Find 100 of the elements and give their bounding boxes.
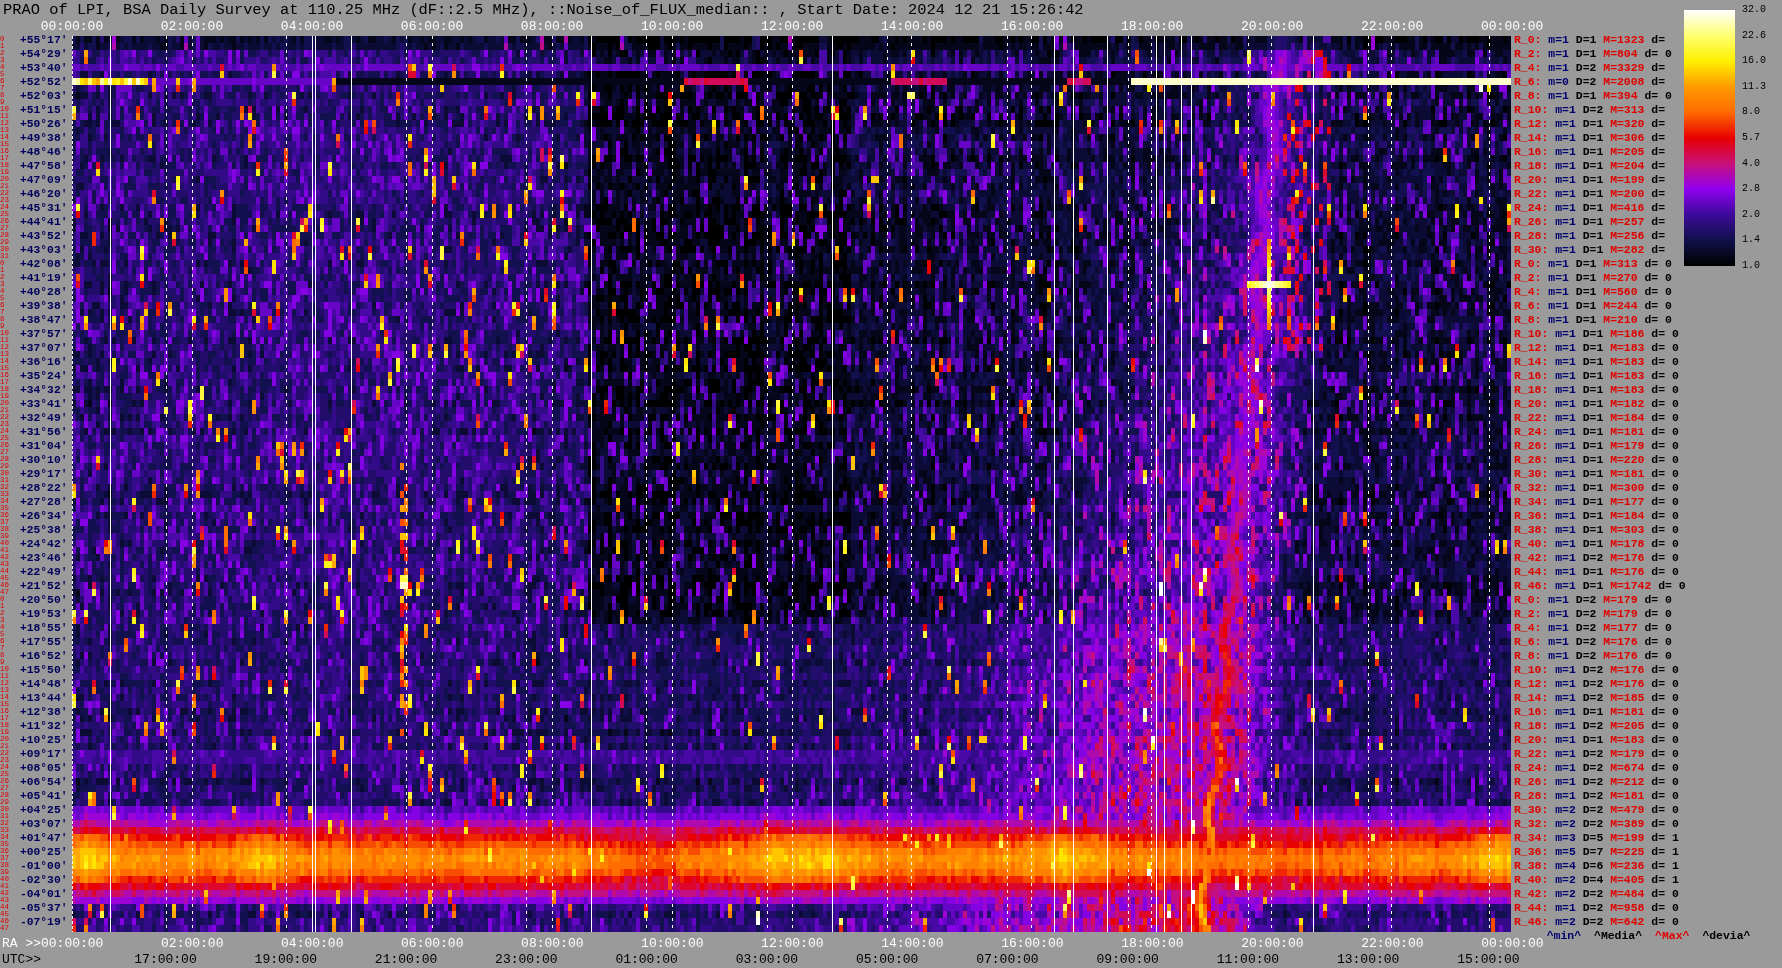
beam-stats-line: R_22: m=1 D=2 M=179 d= 0 [1514, 746, 1679, 761]
declination-label: +11°32′ [20, 718, 68, 733]
beam-stats-line: R_14: m=1 D=1 M=183 d= 0 [1514, 354, 1679, 369]
utc-axis-label: 13:00:00 [1336, 952, 1400, 966]
utc-axis-label: 09:00:00 [1096, 952, 1159, 966]
beam-stats-line: R_44: m=1 D=2 M=958 d= 0 [1514, 900, 1679, 915]
declination-label: +26°34′ [20, 508, 68, 523]
utc-axis-label: 21:00:00 [374, 952, 438, 966]
declination-label: +01°47′ [20, 830, 68, 845]
beam-stats-line: R_34: m=3 D=5 M=199 d= 1 [1514, 830, 1679, 845]
beam-stats-line: R_24: m=1 D=2 M=674 d= 0 [1514, 760, 1679, 775]
declination-label: +34°32′ [20, 382, 68, 397]
beam-stats-line: R_26: m=1 D=2 M=212 d= 0 [1514, 774, 1679, 789]
declination-label: -07°19′ [20, 914, 68, 929]
declination-label: +40°28′ [20, 284, 68, 299]
declination-label: +33°41′ [20, 396, 68, 411]
declination-label: +03°07′ [20, 816, 68, 831]
declination-label: +31°04′ [20, 438, 68, 453]
beam-stats-line: R_2: m=1 D=1 M=804 d= 0 [1514, 46, 1672, 61]
beam-stats-line: R_8: m=1 D=1 M=394 d= 0 [1514, 88, 1672, 103]
ra-axis-label: 08:00:00 [520, 20, 584, 33]
ra-axis-label: 12:00:00 [760, 20, 824, 33]
beam-stats-line: R_40: m=2 D=4 M=405 d= 1 [1514, 872, 1679, 887]
declination-label: -04°01′ [20, 886, 68, 901]
beam-stats-line: R_24: m=1 D=1 M=416 d= [1514, 200, 1666, 215]
ra-axis-label: 04:00:00 [280, 20, 344, 33]
beam-stats-line: R_40: m=1 D=1 M=178 d= 0 [1514, 536, 1679, 551]
declination-label: +14°48′ [20, 676, 68, 691]
declination-label: +55°17′ [20, 32, 68, 47]
beam-stats-line: R_26: m=1 D=1 M=257 d= [1514, 214, 1666, 229]
beam-stats-line: R_10: m=1 D=2 M=313 d= [1514, 102, 1666, 117]
beam-stats-line: R_24: m=1 D=1 M=181 d= 0 [1514, 424, 1679, 439]
declination-label: +16°52′ [20, 648, 68, 663]
beam-stats-line: R_44: m=1 D=1 M=176 d= 0 [1514, 564, 1679, 579]
beam-stats-line: R_26: m=1 D=1 M=179 d= 0 [1514, 438, 1679, 453]
beam-stats-line: R_2: m=1 D=2 M=179 d= 0 [1514, 606, 1672, 621]
ra-axis-label: 14:00:00 [881, 937, 944, 950]
beam-stats-line: R_6: m=1 D=1 M=244 d= 0 [1514, 298, 1672, 313]
ra-axis-label: 18:00:00 [1121, 937, 1184, 950]
ra-axis-label: 22:00:00 [1360, 20, 1424, 33]
beam-stats-line: R_16: m=1 D=1 M=183 d= 0 [1514, 368, 1679, 383]
ra-axis-label: 22:00:00 [1361, 937, 1424, 950]
color-scale-label: 11.3 [1742, 80, 1766, 93]
beam-stats-line: R_10: m=1 D=1 M=186 d= 0 [1514, 326, 1679, 341]
beam-stats-line: R_4: m=1 D=1 M=560 d= 0 [1514, 284, 1672, 299]
ra-axis-label: 12:00:00 [761, 937, 824, 950]
declination-label: +46°20′ [20, 186, 68, 201]
beam-stats-line: R_0: m=1 D=1 M=1323 d= [1514, 32, 1666, 47]
declination-label: -05°37′ [20, 900, 68, 915]
beam-stats-line: R_2: m=1 D=1 M=270 d= 0 [1514, 270, 1672, 285]
declination-label: +45°31′ [20, 200, 68, 215]
ra-axis-caption: RA >> [2, 937, 41, 950]
ra-axis-label: 02:00:00 [160, 20, 224, 33]
beam-stats-line: R_12: m=1 D=1 M=183 d= 0 [1514, 340, 1679, 355]
beam-stats-line: R_4: m=1 D=2 M=177 d= 0 [1514, 620, 1672, 635]
declination-label: +35°24′ [20, 368, 68, 383]
declination-label: +17°55′ [20, 634, 68, 649]
declination-label: +43°52′ [20, 228, 68, 243]
legend-label: ^devia^ [1702, 930, 1751, 942]
utc-axis-label: 01:00:00 [615, 952, 678, 966]
beam-stats-line: R_20: m=1 D=1 M=199 d= [1514, 172, 1666, 187]
declination-label: +30°10′ [20, 452, 68, 467]
legend-label: ^Max^ [1655, 930, 1690, 942]
beam-stats-line: R_18: m=1 D=1 M=183 d= 0 [1514, 382, 1679, 397]
color-scale-label: 32.0 [1742, 4, 1766, 16]
beam-stats-line: R_6: m=0 D=2 M=2008 d= [1514, 74, 1666, 89]
declination-label: +54°29′ [20, 46, 68, 61]
declination-label: +19°53′ [20, 606, 68, 621]
declination-label: +43°03′ [20, 242, 68, 257]
beam-stats-line: R_4: m=1 D=2 M=3329 d= [1514, 60, 1666, 75]
utc-axis-label: 03:00:00 [735, 952, 799, 966]
declination-label: +18°55′ [20, 620, 68, 635]
declination-label: +22°49′ [20, 564, 68, 579]
declination-label: +47°09′ [20, 172, 68, 187]
beam-stats-line: R_28: m=1 D=2 M=181 d= 0 [1514, 788, 1679, 803]
declination-label: +23°46′ [20, 550, 68, 565]
declination-label: +42°08′ [20, 256, 68, 271]
utc-axis-caption: UTC>> [2, 952, 41, 966]
declination-label: +10°25′ [20, 732, 68, 747]
declination-label: +24°42′ [20, 536, 68, 551]
beam-stats-line: R_12: m=1 D=1 M=320 d= [1514, 116, 1666, 131]
utc-axis-label: 07:00:00 [976, 952, 1039, 966]
declination-label: +20°50′ [20, 592, 68, 607]
beam-stats-line: R_36: m=5 D=7 M=225 d= 1 [1514, 844, 1679, 859]
beam-stats-line: R_20: m=1 D=1 M=182 d= 0 [1514, 396, 1679, 411]
beam-stats-line: R_16: m=1 D=1 M=181 d= 0 [1514, 704, 1679, 719]
declination-label: +04°25′ [20, 802, 68, 817]
declination-label: +37°57′ [20, 326, 68, 341]
declination-label: +37°07′ [20, 340, 68, 355]
beam-stats-line: R_42: m=2 D=2 M=484 d= 0 [1514, 886, 1679, 901]
ra-axis-label: 00:00:00 [1481, 937, 1544, 950]
declination-label: +25°38′ [20, 522, 68, 537]
beam-stats-line: R_0: m=1 D=2 M=179 d= 0 [1514, 592, 1672, 607]
declination-label: -02°30′ [20, 872, 68, 887]
beam-stats-line: R_38: m=1 D=1 M=303 d= 0 [1514, 522, 1679, 537]
utc-axis-label: 19:00:00 [254, 952, 317, 966]
declination-label: -01°00′ [20, 858, 68, 873]
beam-stats-line: R_8: m=1 D=2 M=176 d= 0 [1514, 648, 1672, 663]
chart-title: PRAO of LPI, BSA Daily Survey at 110.25 MHz (dF::2.5 MHz), ::Noise_of_FLUX_median:: , Start Date: 2024 12 21 15:26:42 [2, 0, 1084, 20]
beam-stats-line: R_18: m=1 D=1 M=204 d= [1514, 158, 1666, 173]
